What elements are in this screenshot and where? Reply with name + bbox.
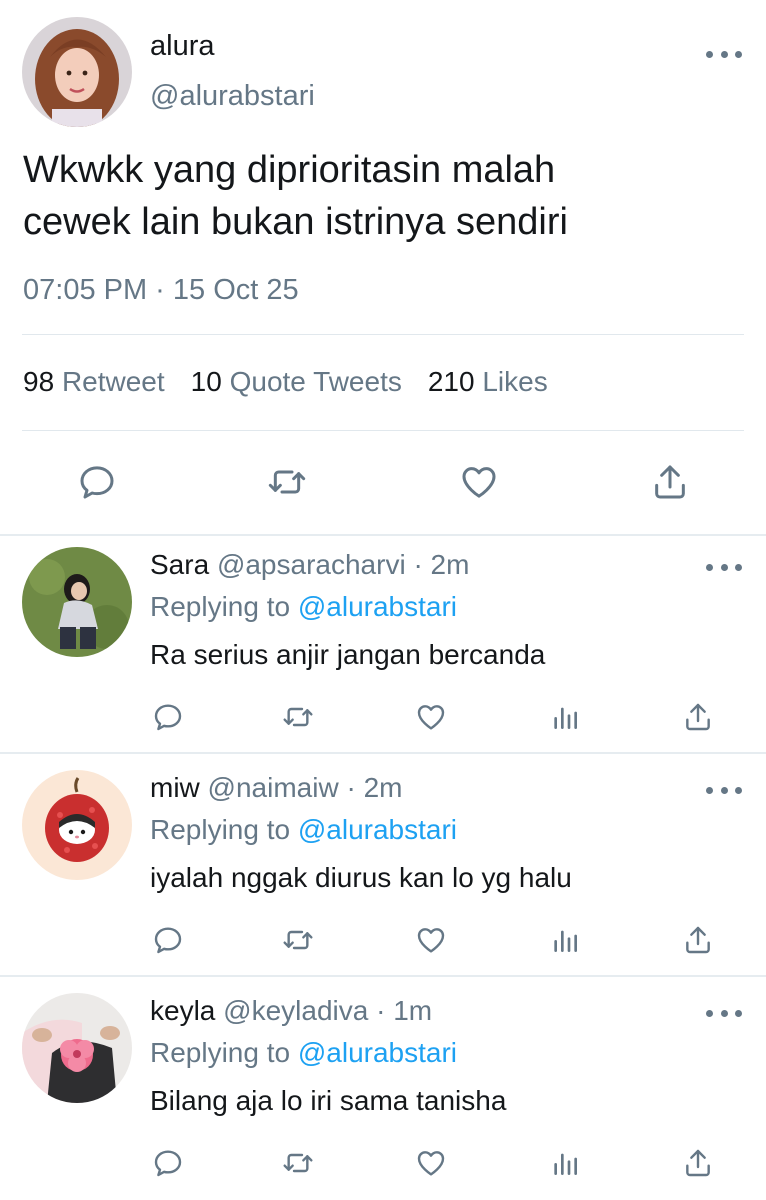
replying-prefix: Replying to (150, 591, 291, 622)
reply-tweet[interactable]: keyla @keyladiva · 1m Replying to @alura… (0, 981, 766, 1200)
likes-stat[interactable]: 210 Likes (428, 366, 548, 397)
tweet-stats: 98 Retweet 10 Quote Tweets 210 Likes (23, 366, 548, 398)
tweet-text-line-2: cewek lain bukan istrinya sendiri (23, 201, 568, 243)
reply-header: Sara @apsaracharvi · 2m (150, 549, 469, 581)
retweet-icon[interactable] (282, 924, 314, 956)
retweet-icon[interactable] (267, 462, 307, 502)
comment-icon[interactable] (152, 1147, 184, 1179)
heart-icon[interactable] (415, 924, 447, 956)
tweet-timestamp[interactable]: 07:05 PM · 15 Oct 25 (23, 274, 299, 307)
analytics-icon[interactable] (549, 701, 581, 733)
share-icon[interactable] (682, 1147, 714, 1179)
reply-text: Bilang aja lo iri sama tanisha (150, 1085, 507, 1116)
reply-author-name[interactable]: keyla (150, 995, 215, 1026)
divider (22, 334, 744, 335)
comment-icon[interactable] (77, 462, 117, 502)
more-icon[interactable] (706, 780, 742, 800)
quotes-label: Quote Tweets (229, 366, 402, 397)
share-icon[interactable] (682, 701, 714, 733)
heart-icon[interactable] (415, 1147, 447, 1179)
reply-avatar[interactable] (22, 770, 132, 880)
reply-author-handle[interactable]: @naimaiw (208, 772, 339, 803)
share-icon[interactable] (650, 462, 690, 502)
retweets-count: 98 (23, 366, 55, 397)
quotes-stat[interactable]: 10 Quote Tweets (191, 366, 402, 397)
replying-prefix: Replying to (150, 814, 291, 845)
more-icon[interactable] (706, 557, 742, 577)
reply-author-handle[interactable]: @keyladiva (223, 995, 368, 1026)
reply-author-name[interactable]: Sara (150, 549, 209, 580)
heart-icon[interactable] (459, 462, 499, 502)
heart-icon[interactable] (415, 701, 447, 733)
replying-mention-link[interactable]: @alurabstari (298, 814, 457, 845)
reply-avatar[interactable] (22, 993, 132, 1103)
main-tweet: alura @alurabstari Wkwkk yang dipriorita… (0, 0, 766, 535)
more-icon[interactable] (706, 1003, 742, 1023)
retweets-label: Retweet (61, 366, 165, 397)
divider (0, 975, 766, 977)
reply-time: · 2m (346, 772, 403, 803)
reply-tweet[interactable]: Sara @apsaracharvi · 2m Replying to @alu… (0, 535, 766, 757)
replying-mention-link[interactable]: @alurabstari (298, 591, 457, 622)
comment-icon[interactable] (152, 924, 184, 956)
tweet-text: Wkwkk yang diprioritasin malah cewek lai… (23, 144, 723, 248)
analytics-icon[interactable] (549, 924, 581, 956)
reply-header: miw @naimaiw · 2m (150, 772, 402, 804)
retweets-stat[interactable]: 98 Retweet (23, 366, 165, 397)
more-icon[interactable] (706, 44, 742, 64)
retweet-icon[interactable] (282, 701, 314, 733)
likes-label: Likes (482, 366, 548, 397)
replying-prefix: Replying to (150, 1037, 291, 1068)
replying-mention-link[interactable]: @alurabstari (298, 1037, 457, 1068)
reply-header: keyla @keyladiva · 1m (150, 995, 432, 1027)
reply-author-handle[interactable]: @apsaracharvi (217, 549, 406, 580)
replying-to: Replying to @alurabstari (150, 591, 457, 623)
reply-author-name[interactable]: miw (150, 772, 200, 803)
divider (0, 752, 766, 754)
replying-to: Replying to @alurabstari (150, 814, 457, 846)
author-handle[interactable]: @alurabstari (150, 80, 315, 113)
author-name[interactable]: alura (150, 30, 215, 63)
main-avatar[interactable] (22, 17, 132, 127)
reply-text: Ra serius anjir jangan bercanda (150, 639, 546, 670)
quotes-count: 10 (190, 366, 222, 397)
comment-icon[interactable] (152, 701, 184, 733)
share-icon[interactable] (682, 924, 714, 956)
divider (22, 430, 744, 431)
tweet-text-line-1: Wkwkk yang diprioritasin malah (23, 149, 556, 191)
likes-count: 210 (427, 366, 475, 397)
reply-text: iyalah nggak diurus kan lo yg halu (150, 862, 572, 893)
retweet-icon[interactable] (282, 1147, 314, 1179)
replying-to: Replying to @alurabstari (150, 1037, 457, 1069)
reply-avatar[interactable] (22, 547, 132, 657)
reply-tweet[interactable]: miw @naimaiw · 2m Replying to @alurabsta… (0, 758, 766, 980)
analytics-icon[interactable] (549, 1147, 581, 1179)
reply-time: · 2m (413, 549, 470, 580)
reply-time: · 1m (376, 995, 433, 1026)
